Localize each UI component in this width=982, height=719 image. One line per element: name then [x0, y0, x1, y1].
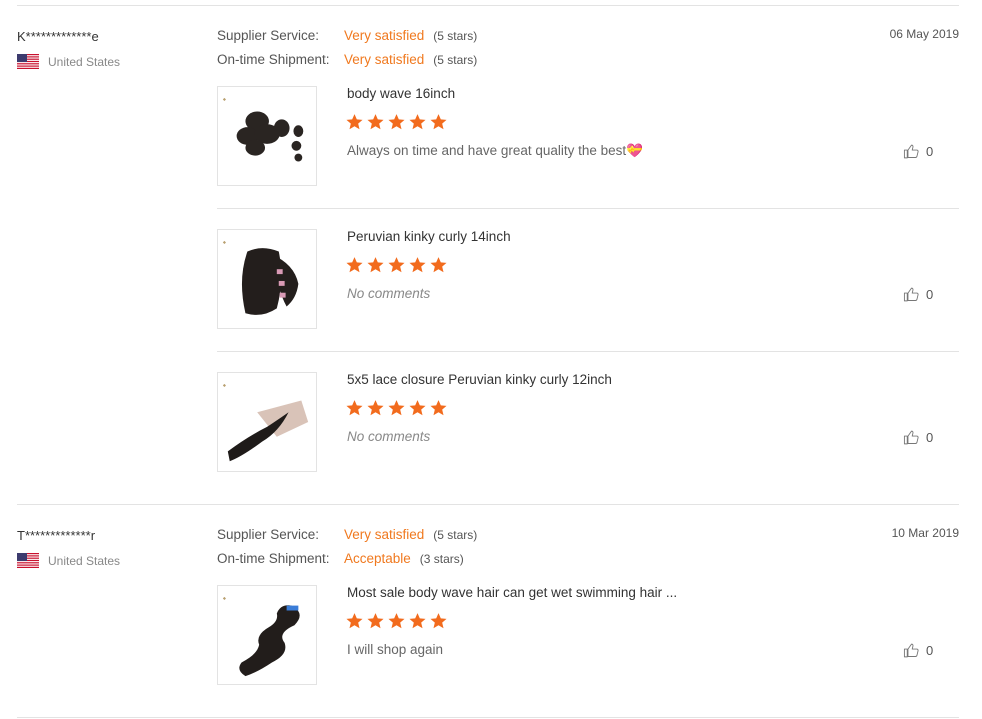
- product-rating-stars: [345, 256, 448, 274]
- divider: [17, 5, 959, 6]
- like-count: 0: [926, 144, 934, 159]
- divider: [17, 717, 959, 718]
- supplier-service-stars: (5 stars): [433, 528, 478, 542]
- supplier-service-stars: (5 stars): [433, 29, 478, 43]
- shipment-value: Acceptable: [344, 551, 411, 566]
- reviewer-name: K*************e: [17, 29, 99, 44]
- product-rating-stars: [345, 113, 448, 131]
- supplier-service-value: Very satisfied: [344, 28, 425, 43]
- review-comment: No comments: [347, 429, 431, 444]
- us-flag-icon: [17, 553, 39, 568]
- star-icon: [346, 114, 363, 130]
- divider: [217, 351, 959, 352]
- star-icon: [430, 257, 447, 273]
- star-icon: [430, 613, 447, 629]
- star-icon: [367, 613, 384, 629]
- product-thumbnail[interactable]: ◆: [217, 372, 317, 472]
- star-icon: [388, 613, 405, 629]
- review-comment: I will shop again: [347, 642, 444, 657]
- divider: [17, 504, 959, 505]
- product-thumbnail[interactable]: ◆: [217, 86, 317, 186]
- review-date: 10 Mar 2019: [891, 526, 959, 540]
- shipment-value: Very satisfied: [344, 52, 425, 67]
- star-icon: [409, 114, 426, 130]
- star-icon: [346, 400, 363, 416]
- svg-text:◆: ◆: [223, 596, 227, 601]
- thumbs-up-icon: [903, 144, 919, 159]
- like-button[interactable]: 0: [903, 429, 933, 446]
- supplier-service-value: Very satisfied: [344, 527, 425, 542]
- supplier-service-rating: Supplier Service: Very satisfied (5 star…: [217, 527, 477, 542]
- divider: [217, 208, 959, 209]
- like-button[interactable]: 0: [903, 143, 933, 160]
- like-button[interactable]: 0: [903, 286, 933, 303]
- thumbs-up-icon: [903, 430, 919, 445]
- star-icon: [430, 400, 447, 416]
- like-count: 0: [926, 287, 934, 302]
- star-icon: [367, 257, 384, 273]
- supplier-service-label: Supplier Service:: [217, 527, 320, 542]
- review-comment: No comments: [347, 286, 431, 301]
- like-count: 0: [926, 643, 934, 658]
- svg-text:◆: ◆: [223, 240, 227, 245]
- star-icon: [388, 400, 405, 416]
- reviewer-name: T*************r: [17, 528, 96, 543]
- product-thumbnail[interactable]: ◆: [217, 585, 317, 685]
- star-icon: [367, 400, 384, 416]
- reviewer-country: United States: [17, 54, 120, 69]
- star-icon: [388, 114, 405, 130]
- star-icon: [346, 257, 363, 273]
- svg-text:◆: ◆: [223, 97, 227, 102]
- supplier-service-label: Supplier Service:: [217, 28, 320, 43]
- shipment-rating: On-time Shipment: Acceptable (3 stars): [217, 551, 464, 566]
- svg-text:◆: ◆: [223, 383, 227, 388]
- thumbs-up-icon: [903, 643, 919, 658]
- country-name: United States: [48, 54, 121, 69]
- product-rating-stars: [345, 612, 448, 630]
- product-name[interactable]: body wave 16inch: [347, 86, 455, 101]
- shipment-rating: On-time Shipment: Very satisfied (5 star…: [217, 52, 477, 67]
- star-icon: [409, 257, 426, 273]
- product-name[interactable]: 5x5 lace closure Peruvian kinky curly 12…: [347, 372, 612, 387]
- product-rating-stars: [345, 399, 448, 417]
- product-thumbnail[interactable]: ◆: [217, 229, 317, 329]
- shipment-stars: (5 stars): [433, 53, 478, 67]
- reviewer-country: United States: [17, 553, 120, 568]
- product-name[interactable]: Most sale body wave hair can get wet swi…: [347, 585, 677, 600]
- star-icon: [388, 257, 405, 273]
- shipment-label: On-time Shipment:: [217, 551, 330, 566]
- star-icon: [367, 114, 384, 130]
- review-comment: Always on time and have great quality th…: [347, 143, 643, 158]
- thumbs-up-icon: [903, 287, 919, 302]
- star-icon: [346, 613, 363, 629]
- product-name[interactable]: Peruvian kinky curly 14inch: [347, 229, 511, 244]
- star-icon: [430, 114, 447, 130]
- star-icon: [409, 400, 426, 416]
- like-button[interactable]: 0: [903, 642, 933, 659]
- country-name: United States: [48, 553, 121, 568]
- us-flag-icon: [17, 54, 39, 69]
- star-icon: [409, 613, 426, 629]
- shipment-label: On-time Shipment:: [217, 52, 330, 67]
- review-date: 06 May 2019: [889, 27, 959, 41]
- like-count: 0: [926, 430, 934, 445]
- supplier-service-rating: Supplier Service: Very satisfied (5 star…: [217, 28, 477, 43]
- shipment-stars: (3 stars): [419, 552, 464, 566]
